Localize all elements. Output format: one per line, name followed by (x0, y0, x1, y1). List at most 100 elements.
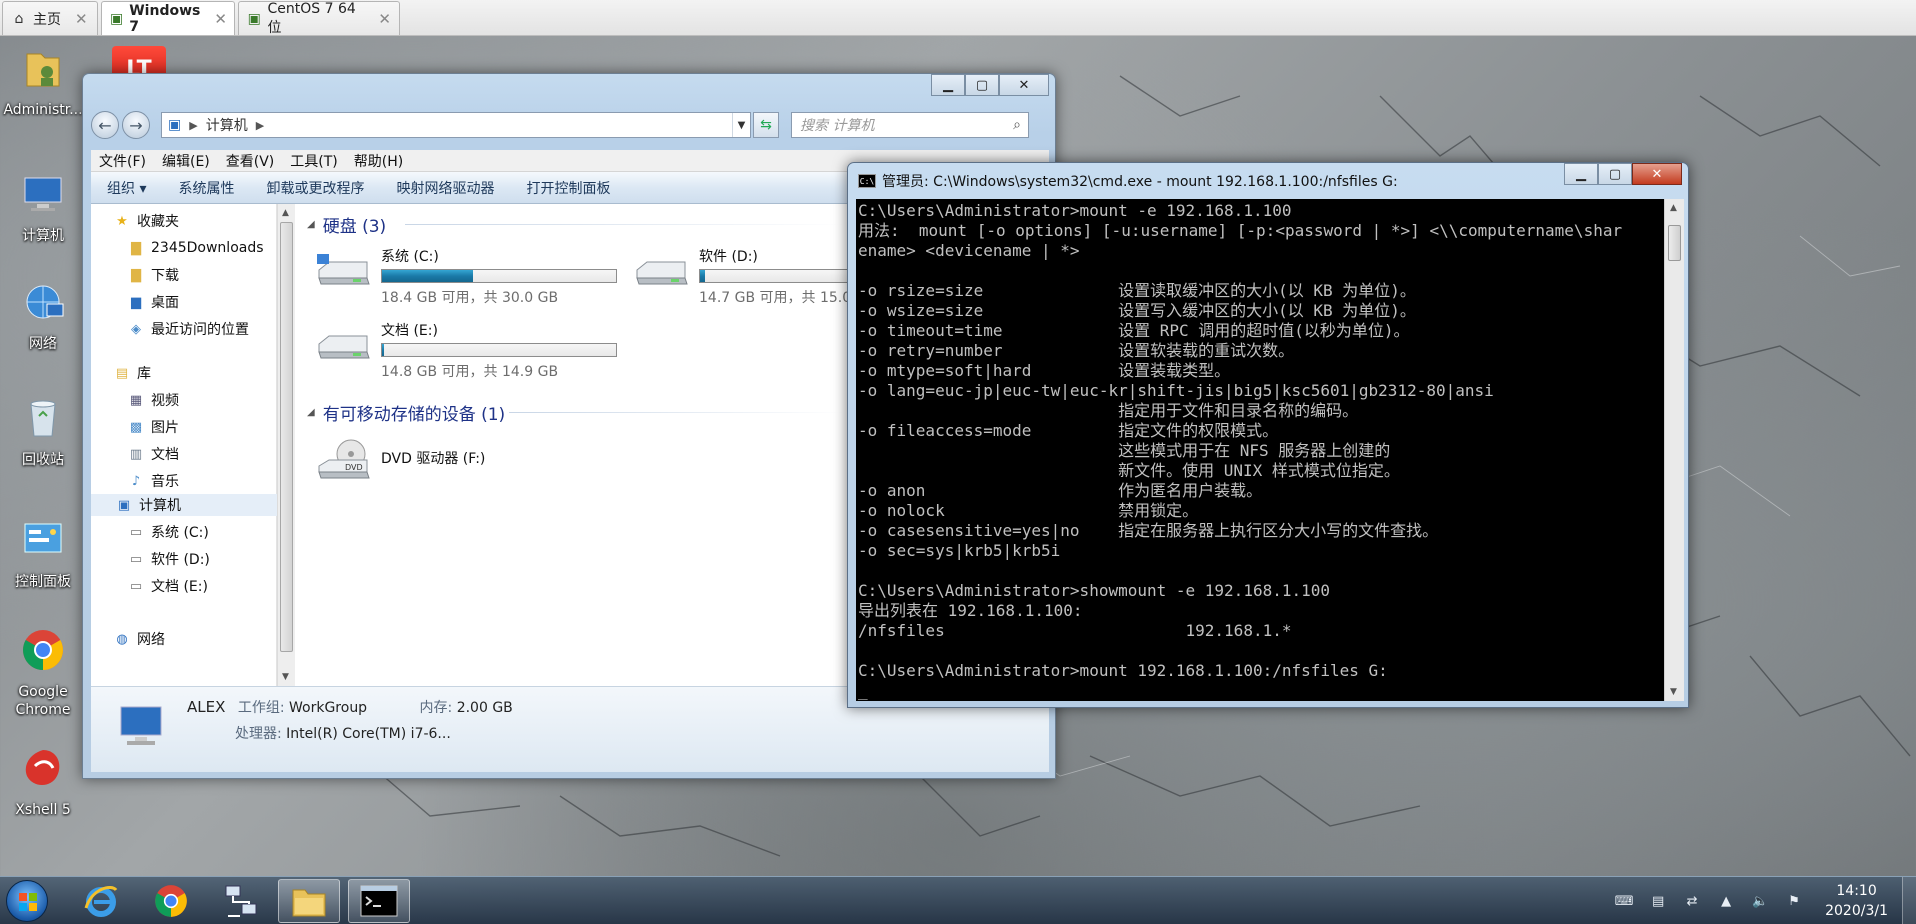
vm-tab-home[interactable]: ⌂ 主页 ✕ (2, 1, 98, 35)
nav-item-2345downloads[interactable]: ▇ 2345Downloads (127, 237, 264, 259)
recent-places-icon: ◈ (131, 321, 141, 337)
vm-tab-centos[interactable]: ▣ CentOS 7 64 位 ✕ (238, 1, 400, 36)
usb-icon[interactable]: ⇄ (1681, 893, 1703, 909)
desktop-icon-control-panel[interactable]: 控制面板 (0, 516, 86, 591)
menu-file[interactable]: 文件(F) (91, 151, 154, 171)
scroll-down-icon[interactable]: ▼ (282, 672, 289, 682)
nav-label: 网络 (137, 632, 165, 648)
open-control-panel-button[interactable]: 打开控制面板 (510, 178, 626, 198)
group-title: 有可移动存储的设备 (1) (322, 405, 506, 425)
desktop-icon-computer[interactable]: 计算机 (0, 170, 86, 245)
nav-computer[interactable]: ▣ 计算机 (91, 494, 277, 516)
volume-icon[interactable]: 🔈 (1749, 893, 1771, 909)
search-icon[interactable]: ⌕ (1006, 117, 1028, 133)
nav-item-drive-d[interactable]: ▭ 软件 (D:) (127, 548, 210, 570)
map-network-drive-button[interactable]: 映射网络驱动器 (380, 178, 510, 198)
taskbar-ie[interactable] (70, 879, 132, 923)
chevron-right-icon[interactable]: ▶ (256, 119, 264, 132)
cmd-console[interactable]: C:\Users\Administrator>mount -e 192.168.… (856, 199, 1664, 701)
clock-date: 2020/3/1 (1825, 903, 1888, 919)
nav-item-documents[interactable]: ▥ 文档 (127, 443, 179, 465)
collapse-triangle-icon[interactable]: ◢ (307, 219, 315, 230)
refresh-button[interactable]: ⇆ (753, 112, 779, 138)
scroll-thumb[interactable] (1668, 225, 1681, 261)
console-line: -o retry=number 设置软装载的重试次数。 (858, 341, 1295, 360)
address-path[interactable]: 计算机 (206, 115, 248, 135)
address-bar[interactable]: ▣ ▶ 计算机 ▶ ▼ (161, 112, 751, 138)
menu-tools[interactable]: 工具(T) (282, 151, 345, 171)
nav-scrollbar[interactable]: ▲ ▼ (277, 204, 295, 686)
back-button[interactable]: ← (91, 111, 119, 139)
scroll-thumb[interactable] (280, 222, 293, 652)
search-input[interactable]: 搜索 计算机 ⌕ (791, 112, 1029, 138)
console-line: C:\Users\Administrator>mount 192.168.1.1… (858, 661, 1388, 680)
clock-time: 14:10 (1836, 883, 1877, 899)
show-hidden-icons[interactable]: ▲ (1715, 893, 1737, 909)
desktop-icon-xshell[interactable]: Xshell 5 (0, 744, 86, 819)
menu-edit[interactable]: 编辑(E) (154, 151, 218, 171)
close-icon[interactable]: ✕ (75, 10, 88, 28)
nav-favorites[interactable]: ★ 收藏夹 (113, 210, 179, 232)
taskbar-chrome[interactable] (140, 879, 202, 923)
nav-item-downloads[interactable]: ▇ 下载 (127, 264, 179, 286)
tray-network-icon[interactable]: ▤ (1647, 893, 1669, 909)
chevron-down-icon[interactable]: ▼ (732, 113, 750, 137)
close-icon[interactable]: ✕ (214, 10, 227, 28)
clock[interactable]: 14:10 2020/3/1 (1825, 881, 1888, 921)
scroll-down-icon[interactable]: ▼ (1670, 687, 1677, 697)
scroll-up-icon[interactable]: ▲ (1670, 203, 1677, 213)
show-desktop-button[interactable] (1902, 877, 1916, 924)
desktop-icon-recycle-bin[interactable]: 回收站 (0, 394, 86, 469)
close-button[interactable]: ✕ (999, 74, 1049, 96)
scroll-up-icon[interactable]: ▲ (282, 208, 289, 218)
explorer-icon (292, 889, 326, 917)
refresh-icon: ⇆ (760, 117, 772, 133)
nav-item-recent-places[interactable]: ◈ 最近访问的位置 (127, 318, 249, 340)
organize-button[interactable]: 组织 ▾ (91, 178, 162, 198)
nav-item-music[interactable]: ♪ 音乐 (127, 470, 179, 492)
nav-item-drive-e[interactable]: ▭ 文档 (E:) (127, 575, 208, 597)
maximize-button[interactable]: ▢ (965, 74, 999, 96)
cmd-scrollbar[interactable]: ▲ ▼ (1664, 199, 1684, 701)
taskbar-cmd[interactable] (348, 879, 410, 923)
close-button[interactable]: ✕ (1632, 163, 1682, 185)
desktop-icon-network[interactable]: 网络 (0, 278, 86, 353)
action-center-icon[interactable]: ⚑ (1783, 893, 1805, 909)
drive-e[interactable]: 文档 (E:) 14.8 GB 可用，共 14.9 GB (315, 322, 617, 381)
start-button[interactable] (6, 880, 48, 922)
vm-tab-label: Windows 7 (129, 2, 201, 35)
taskbar-explorer[interactable] (278, 879, 340, 923)
cmd-title: 管理员: C:\Windows\system32\cmd.exe - mount… (882, 174, 1398, 190)
recycle-bin-icon (30, 400, 56, 437)
minimize-button[interactable]: ▁ (1564, 163, 1598, 185)
taskbar-network-tool[interactable] (210, 879, 272, 923)
drive-dvd[interactable]: DVD DVD 驱动器 (F:) (315, 436, 485, 484)
vm-tab-windows7[interactable]: ▣ Windows 7 ✕ (101, 1, 235, 35)
drive-name: DVD 驱动器 (F:) (381, 451, 486, 467)
nav-item-drive-c[interactable]: ▭ 系统 (C:) (127, 521, 209, 543)
drive-free-space: 14.8 GB 可用，共 14.9 GB (381, 364, 559, 380)
keyboard-icon[interactable]: ⌨ (1613, 893, 1635, 909)
forward-button[interactable]: → (122, 111, 150, 139)
minimize-button[interactable]: ▁ (931, 74, 965, 96)
system-properties-button[interactable]: 系统属性 (162, 178, 250, 198)
desktop-icon-chrome[interactable]: Google Chrome (0, 626, 86, 719)
nav-label: 软件 (D:) (151, 552, 210, 568)
uninstall-program-button[interactable]: 卸载或更改程序 (250, 178, 380, 198)
nav-item-videos[interactable]: ▦ 视频 (127, 389, 179, 411)
desktop-icon-administrator[interactable]: Administr... (0, 44, 86, 119)
menu-view[interactable]: 查看(V) (218, 151, 283, 171)
group-removable[interactable]: ◢ 有可移动存储的设备 (1) (307, 400, 505, 425)
nav-label: 图片 (151, 420, 179, 436)
menu-help[interactable]: 帮助(H) (346, 151, 411, 171)
nav-item-desktop[interactable]: ▆ 桌面 (127, 291, 179, 313)
close-icon[interactable]: ✕ (378, 10, 391, 28)
drive-c[interactable]: 系统 (C:) 18.4 GB 可用，共 30.0 GB (315, 248, 617, 307)
collapse-triangle-icon[interactable]: ◢ (307, 407, 315, 418)
maximize-button[interactable]: ▢ (1598, 163, 1632, 185)
group-hard-disks[interactable]: ◢ 硬盘 (3) (307, 212, 386, 237)
nav-network[interactable]: ◍ 网络 (113, 628, 165, 650)
console-line: C:\Users\Administrator>mount -e 192.168.… (858, 201, 1292, 220)
nav-libraries[interactable]: ▤ 库 (113, 362, 151, 384)
nav-item-pictures[interactable]: ▩ 图片 (127, 416, 179, 438)
